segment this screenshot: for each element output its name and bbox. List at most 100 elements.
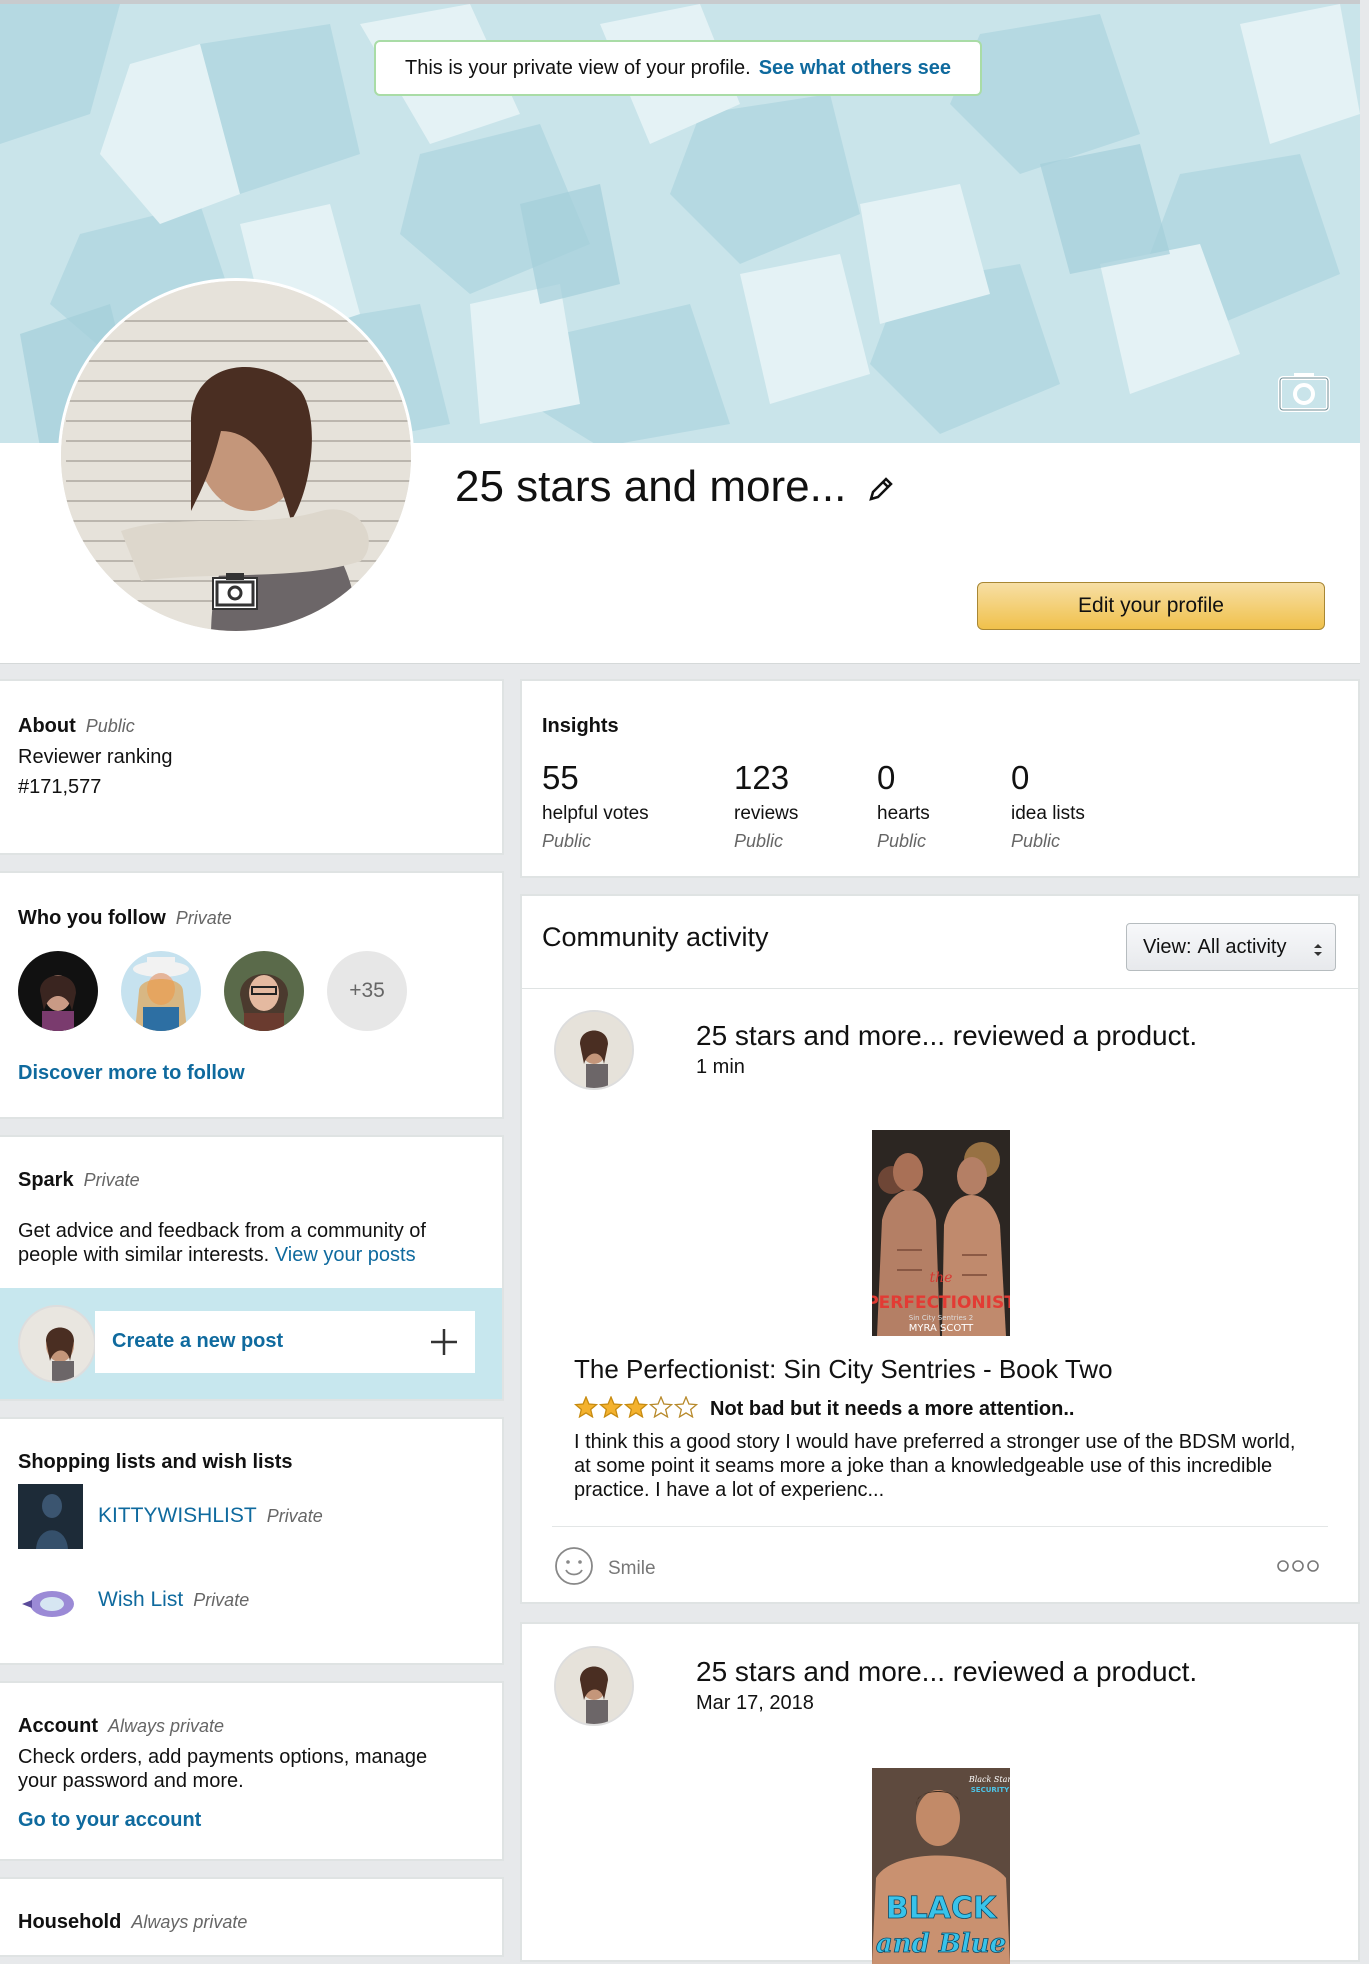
about-title: About <box>18 715 76 737</box>
cover-top-text: Black Star <box>968 1775 1010 1784</box>
activity-headline[interactable]: 25 stars and more... reviewed a product. <box>696 1656 1197 1688</box>
activity-user-avatar[interactable] <box>554 1010 634 1090</box>
discover-more-link[interactable]: Discover more to follow <box>18 1062 245 1085</box>
list-privacy: Private <box>266 1506 323 1526</box>
private-view-banner: This is your private view of your profil… <box>374 40 982 96</box>
cover-series: Sin City Sentries 2 <box>909 1314 973 1322</box>
star-filled-icon <box>623 1395 649 1419</box>
star-filled-icon <box>573 1395 599 1419</box>
smile-button[interactable]: Smile <box>554 1546 656 1591</box>
divider <box>522 988 1358 989</box>
plus-icon <box>429 1327 459 1362</box>
ranking-label: Reviewer ranking <box>18 746 173 768</box>
activity-headline[interactable]: 25 stars and more... reviewed a product. <box>696 1020 1197 1052</box>
list-thumbnail[interactable] <box>18 1484 83 1549</box>
create-post-button[interactable]: Create a new post <box>95 1311 475 1373</box>
divider <box>552 1526 1328 1527</box>
activity-user-avatar[interactable] <box>554 1646 634 1726</box>
activity-item-card: 25 stars and more... reviewed a product.… <box>520 1622 1360 1964</box>
household-card: Household Always private <box>0 1877 504 1957</box>
stat-privacy: Public <box>542 831 592 851</box>
activity-time: Mar 17, 2018 <box>696 1692 814 1714</box>
stat-label: reviews <box>734 803 799 824</box>
about-privacy: Public <box>85 716 135 736</box>
stat-value: 55 <box>542 759 579 796</box>
stat-helpful-votes: 55 helpful votes Public <box>542 759 649 852</box>
spark-card: Spark Private Get advice and feedback fro… <box>0 1135 504 1401</box>
account-description: Check orders, add payments options, mana… <box>18 1746 428 1792</box>
stat-value: 123 <box>734 759 790 796</box>
cover-camera-icon[interactable] <box>1278 370 1330 412</box>
cover-big-text: BLACK <box>886 1891 998 1926</box>
stat-value: 0 <box>877 759 896 796</box>
stat-value: 0 <box>1011 759 1030 796</box>
edit-name-pencil-icon[interactable] <box>866 474 896 504</box>
cover-title-big: PERFECTIONIST <box>872 1293 1010 1313</box>
cover-title-small: the <box>930 1270 953 1286</box>
smile-icon <box>554 1546 594 1591</box>
follow-privacy: Private <box>175 908 232 928</box>
star-rating-icon <box>573 1395 702 1423</box>
review-text: I think this a good story I would have p… <box>574 1431 1296 1501</box>
stat-privacy: Public <box>877 831 927 851</box>
stat-label: helpful votes <box>542 803 649 824</box>
stat-label: idea lists <box>1011 803 1085 824</box>
household-privacy: Always private <box>131 1912 248 1932</box>
stat-privacy: Public <box>734 831 784 851</box>
community-activity-card: Community activity View: All activity 25… <box>520 894 1360 1604</box>
star-empty-icon <box>673 1395 699 1419</box>
list-thumbnail[interactable] <box>18 1570 83 1635</box>
banner-text: This is your private view of your profil… <box>405 56 751 79</box>
insights-card: Insights 55 helpful votes Public 123 rev… <box>520 679 1360 878</box>
spark-title: Spark <box>18 1169 74 1191</box>
create-post-label: Create a new post <box>112 1330 284 1352</box>
smile-label: Smile <box>608 1557 656 1579</box>
review-title[interactable]: Not bad but it needs a more attention.. <box>710 1398 1074 1421</box>
profile-name: 25 stars and more... <box>455 462 847 511</box>
who-you-follow-card: Who you follow Private +35 Discover more … <box>0 871 504 1119</box>
see-what-others-see-link[interactable]: See what others see <box>759 57 951 80</box>
more-followed-count[interactable]: +35 <box>327 951 407 1031</box>
followed-user-avatar[interactable] <box>224 951 304 1031</box>
star-filled-icon <box>598 1395 624 1419</box>
stat-hearts: 0 hearts Public <box>877 759 930 852</box>
cover-big-text-2: and Blue <box>876 1929 1006 1959</box>
avatar-camera-icon[interactable] <box>211 571 259 611</box>
wish-list-link[interactable]: Wish List <box>98 1588 183 1611</box>
account-privacy: Always private <box>108 1716 225 1736</box>
stat-label: hearts <box>877 803 930 824</box>
list-privacy: Private <box>193 1590 250 1610</box>
product-cover-image[interactable]: Black Star SECURITY BLACK and Blue <box>872 1768 1010 1964</box>
go-to-account-link[interactable]: Go to your account <box>18 1809 201 1832</box>
edit-profile-button[interactable]: Edit your profile <box>977 582 1325 630</box>
stat-reviews[interactable]: 123 reviews Public <box>734 759 798 852</box>
account-title: Account <box>18 1715 98 1737</box>
activity-time: 1 min <box>696 1056 745 1078</box>
kittywishlist-link[interactable]: KITTYWISHLIST <box>98 1504 257 1527</box>
sort-arrows-icon <box>1313 940 1323 963</box>
star-empty-icon <box>648 1395 674 1419</box>
spark-privacy: Private <box>83 1170 140 1190</box>
household-title: Household <box>18 1911 122 1933</box>
stat-idea-lists: 0 idea lists Public <box>1011 759 1085 852</box>
product-cover-image[interactable]: the PERFECTIONIST Sin City Sentries 2 MY… <box>872 1130 1010 1336</box>
about-card: About Public Reviewer ranking #171,577 <box>0 679 504 855</box>
user-avatar-small <box>18 1305 96 1383</box>
more-options-icon[interactable] <box>1276 1556 1320 1581</box>
cover-author: MYRA SCOTT <box>909 1323 974 1334</box>
ranking-value: #171,577 <box>18 776 102 798</box>
lists-title: Shopping lists and wish lists <box>18 1451 293 1473</box>
follow-title: Who you follow <box>18 907 166 929</box>
product-title[interactable]: The Perfectionist: Sin City Sentries - B… <box>574 1354 1113 1385</box>
followed-user-avatar[interactable] <box>18 951 98 1031</box>
shopping-lists-card: Shopping lists and wish lists KITTYWISHL… <box>0 1417 504 1665</box>
view-your-posts-link[interactable]: View your posts <box>275 1244 416 1266</box>
activity-view-select[interactable]: View: All activity <box>1126 923 1336 971</box>
followed-user-avatar[interactable] <box>121 951 201 1031</box>
cover-top-text-2: SECURITY <box>971 1786 1010 1794</box>
insights-title: Insights <box>542 715 619 737</box>
view-label: View: <box>1143 935 1192 958</box>
activity-title: Community activity <box>542 922 769 952</box>
view-value: All activity <box>1197 935 1287 958</box>
account-card: Account Always private Check orders, add … <box>0 1681 504 1861</box>
